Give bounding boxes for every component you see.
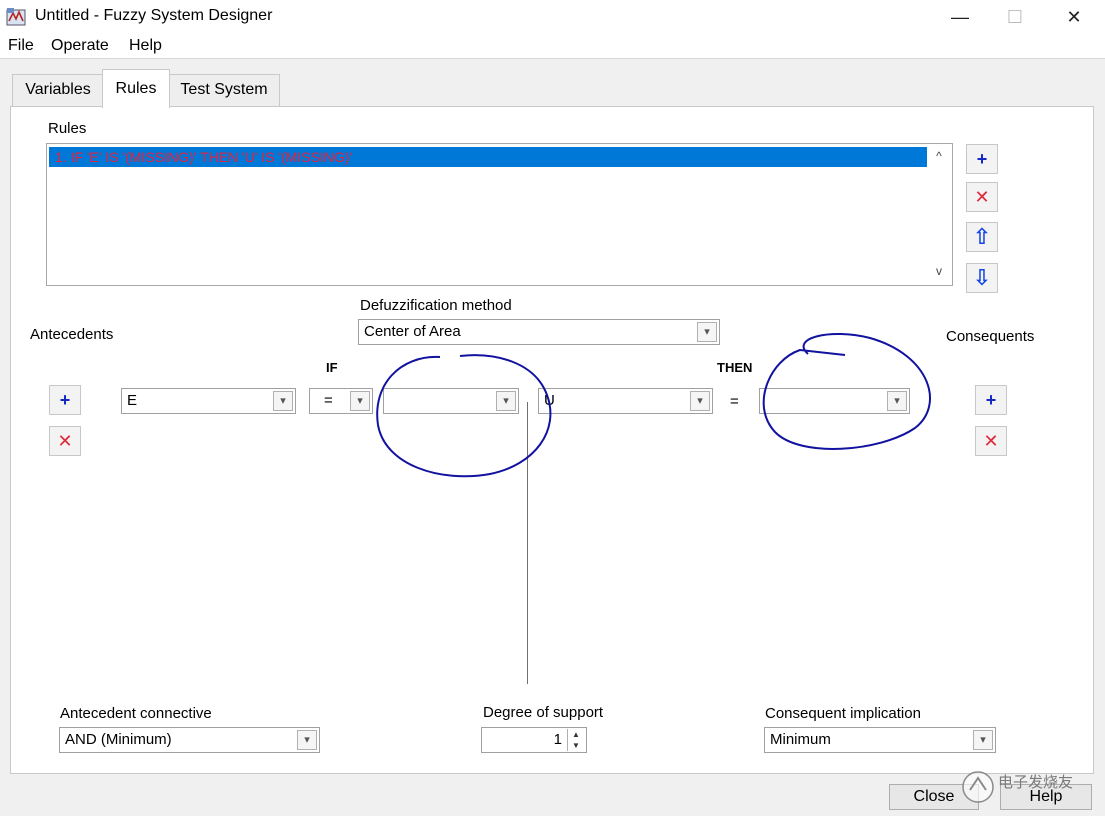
chevron-down-icon[interactable]: ▾: [297, 730, 317, 750]
rule-item[interactable]: 1. IF 'E' IS '(MISSING)' THEN 'U' IS '(M…: [49, 147, 927, 167]
tab-test-system[interactable]: Test System: [168, 74, 280, 107]
rules-scrollbar[interactable]: ^ v: [929, 146, 949, 281]
tab-rules[interactable]: Rules: [102, 69, 170, 108]
antecedents-label: Antecedents: [30, 326, 114, 343]
defuzzification-select[interactable]: Center of Area ▾: [358, 319, 720, 345]
antecedent-variable-value: E: [127, 392, 138, 409]
spin-down-icon[interactable]: ▼: [568, 740, 584, 751]
antecedent-connective-label: Antecedent connective: [60, 705, 212, 722]
scroll-up-icon[interactable]: ^: [929, 146, 949, 166]
degree-of-support-label: Degree of support: [483, 704, 604, 721]
move-rule-up-button[interactable]: ⇧: [966, 222, 998, 252]
antecedent-operator-select[interactable]: = ▾: [309, 388, 373, 414]
chevron-down-icon[interactable]: ▾: [887, 391, 907, 411]
menu-bar: File Operate Help: [0, 34, 1105, 59]
consequent-membership-select[interactable]: ▾: [759, 388, 910, 414]
watermark: 电子发烧友: [962, 771, 1073, 803]
title-bar: Untitled - Fuzzy System Designer — ☐ ✕: [0, 0, 1105, 34]
degree-spinner[interactable]: ▲ ▼: [567, 729, 584, 751]
then-label: THEN: [717, 360, 753, 375]
antecedent-connective-select[interactable]: AND (Minimum) ▾: [59, 727, 320, 753]
consequent-implication-value: Minimum: [770, 731, 831, 748]
menu-operate[interactable]: Operate: [51, 37, 109, 55]
maximize-button[interactable]: ☐: [992, 0, 1038, 34]
add-consequent-button[interactable]: +: [975, 385, 1007, 415]
menu-help[interactable]: Help: [129, 37, 162, 55]
rules-label: Rules: [48, 120, 87, 137]
if-label: IF: [326, 360, 338, 375]
chevron-down-icon[interactable]: ▾: [690, 391, 710, 411]
chevron-down-icon[interactable]: ▾: [273, 391, 293, 411]
consequent-operator: =: [730, 393, 739, 410]
consequents-label: Consequents: [946, 328, 1035, 345]
antecedent-membership-select[interactable]: ▾: [383, 388, 519, 414]
close-window-button[interactable]: ✕: [1051, 0, 1097, 34]
app-icon: [6, 8, 26, 26]
degree-of-support-value: 1: [553, 731, 562, 748]
consequent-variable-select[interactable]: U ▾: [538, 388, 713, 414]
consequent-implication-label: Consequent implication: [765, 705, 921, 722]
window-title: Untitled - Fuzzy System Designer: [35, 7, 273, 24]
antecedent-variable-select[interactable]: E ▾: [121, 388, 296, 414]
defuzzification-value: Center of Area: [364, 323, 461, 340]
add-rule-button[interactable]: +: [966, 144, 998, 174]
chevron-down-icon[interactable]: ▾: [697, 322, 717, 342]
spin-up-icon[interactable]: ▲: [568, 729, 584, 740]
chevron-down-icon[interactable]: ▾: [496, 391, 516, 411]
antecedent-connective-value: AND (Minimum): [65, 731, 172, 748]
minimize-button[interactable]: —: [937, 0, 983, 34]
defuzzification-label: Defuzzification method: [360, 297, 512, 314]
scroll-down-icon[interactable]: v: [929, 261, 949, 281]
add-antecedent-button[interactable]: +: [49, 385, 81, 415]
if-then-divider: [527, 402, 528, 684]
delete-rule-button[interactable]: ✕: [966, 182, 998, 212]
antecedent-operator-value: =: [324, 392, 333, 409]
consequent-implication-select[interactable]: Minimum ▾: [764, 727, 996, 753]
degree-of-support-input[interactable]: 1 ▲ ▼: [481, 727, 587, 753]
chevron-down-icon[interactable]: ▾: [973, 730, 993, 750]
menu-file[interactable]: File: [8, 37, 34, 55]
tab-variables[interactable]: Variables: [12, 74, 104, 107]
watermark-text: 电子发烧友: [998, 773, 1073, 791]
consequent-variable-value: U: [544, 392, 555, 409]
delete-consequent-button[interactable]: ✕: [975, 426, 1007, 456]
delete-antecedent-button[interactable]: ✕: [49, 426, 81, 456]
chevron-down-icon[interactable]: ▾: [350, 391, 370, 411]
move-rule-down-button[interactable]: ⇩: [966, 263, 998, 293]
rules-listbox[interactable]: 1. IF 'E' IS '(MISSING)' THEN 'U' IS '(M…: [46, 143, 953, 286]
